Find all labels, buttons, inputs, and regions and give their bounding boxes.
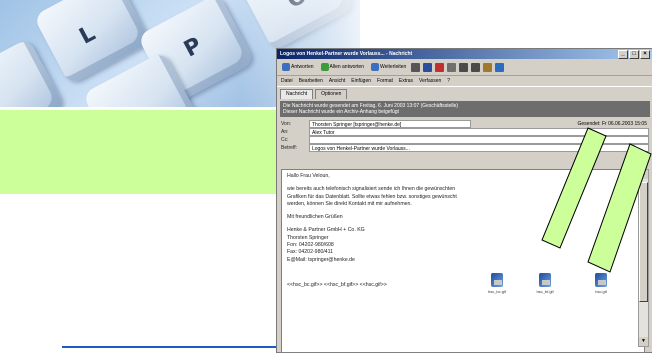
subject-label: Betreff:	[281, 145, 298, 151]
reply-button[interactable]: Antworten	[280, 62, 316, 72]
minimize-button[interactable]: _	[618, 49, 628, 59]
tab-message[interactable]: Nachricht	[280, 89, 314, 99]
header-from-row: Von: Thorsten Springer [tspringer@henke.…	[281, 120, 471, 128]
menu-edit[interactable]: Bearbeiten	[299, 78, 323, 84]
menu-compose[interactable]: Verfassen	[419, 78, 441, 84]
delete-icon[interactable]	[447, 62, 457, 72]
reply-icon	[282, 63, 290, 71]
from-label: Von:	[281, 121, 292, 127]
callout-slash-right	[587, 143, 652, 273]
maximize-button[interactable]: □	[629, 49, 639, 59]
info-bar: Die Nachricht wurde gesendet am Freitag,…	[280, 101, 650, 117]
tab-strip: Nachricht Optionen	[277, 87, 652, 99]
previous-icon[interactable]	[459, 62, 469, 72]
scroll-down-icon[interactable]: ▼	[639, 337, 648, 346]
reply-all-icon	[320, 63, 329, 71]
forward-button[interactable]: Weiterleiten	[369, 62, 408, 72]
window-titlebar: Logos von Henkel-Partner wurde Vorlauss.…	[277, 49, 652, 59]
menu-format[interactable]: Format	[377, 78, 393, 84]
flag-icon[interactable]	[435, 62, 445, 72]
attachment-item[interactable]: hsc.gif	[588, 273, 614, 294]
menu-insert[interactable]: Einfügen	[351, 78, 371, 84]
image-file-icon	[491, 273, 503, 287]
menu-file[interactable]: Datei	[281, 78, 293, 84]
reply-all-button[interactable]: Allen antworten	[319, 62, 366, 72]
close-button[interactable]: ×	[640, 49, 650, 59]
green-highlight-block	[0, 110, 285, 194]
to-label: An:	[281, 129, 289, 135]
cc-label: Cc:	[281, 137, 289, 143]
menu-help[interactable]: ?	[447, 78, 450, 84]
callout-slash-left	[541, 127, 607, 249]
forward-icon	[370, 63, 379, 71]
next-icon[interactable]	[471, 62, 481, 72]
info-line-2: Dieser Nachricht wurde ein Archiv-Anhang…	[283, 109, 399, 115]
callout-marks	[541, 127, 652, 273]
help-icon[interactable]	[495, 62, 505, 72]
from-field: Thorsten Springer [tspringer@henke.de]	[309, 120, 471, 128]
address-book-icon[interactable]	[483, 62, 493, 72]
window-title: Logos von Henkel-Partner wurde Vorlauss.…	[280, 51, 413, 57]
attachment-item[interactable]: hsc_bc.gif	[484, 273, 510, 294]
toolbar: Antworten Allen antworten Weiterleiten	[277, 59, 652, 76]
menubar: Datei Bearbeiten Ansicht Einfügen Format…	[277, 76, 652, 87]
print-icon[interactable]	[411, 62, 421, 72]
tab-options[interactable]: Optionen	[315, 89, 348, 99]
attachment-item[interactable]: hsc_bf.gif	[532, 273, 558, 294]
menu-tools[interactable]: Extras	[399, 78, 413, 84]
save-icon[interactable]	[423, 62, 433, 72]
menu-view[interactable]: Ansicht	[329, 78, 345, 84]
body-line-attachments: <<hsc_bc.gif>> <<hsc_bf.gif>> <<hsc.gif>…	[287, 281, 387, 288]
